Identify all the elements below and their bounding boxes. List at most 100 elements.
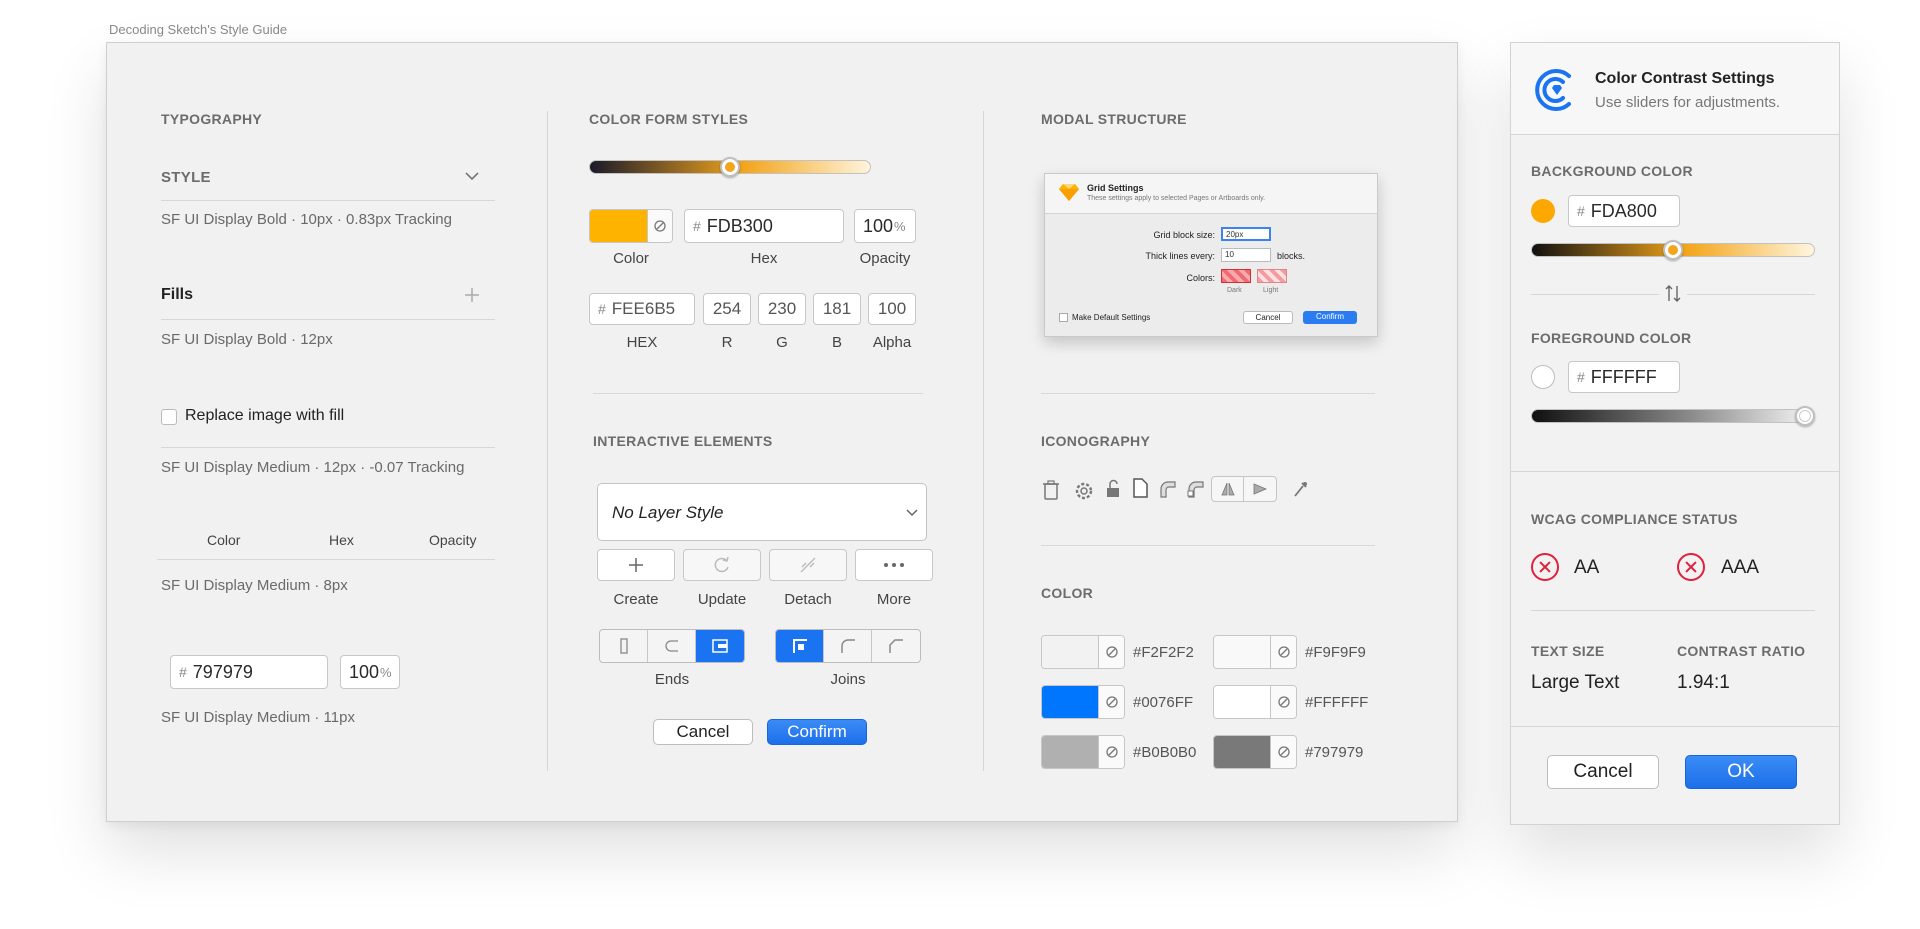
replace-checkbox[interactable] xyxy=(161,409,177,425)
plus-icon[interactable] xyxy=(463,286,481,304)
color-swatch[interactable] xyxy=(1041,635,1125,669)
style-guide-panel: TYPOGRAPHY STYLE SF UI Display Bold · 10… xyxy=(106,42,1458,822)
col-color-label: Color xyxy=(207,532,241,548)
update-label: Update xyxy=(697,591,747,608)
divider xyxy=(161,200,495,201)
aaa-fail-icon xyxy=(1677,553,1705,581)
swatch-fill[interactable] xyxy=(1214,636,1270,668)
color-swatch[interactable] xyxy=(1041,685,1125,719)
ends-label: Ends xyxy=(654,671,690,688)
opacity-field[interactable]: 100% xyxy=(854,209,916,243)
divider xyxy=(1531,610,1815,611)
ends-segmented-control[interactable] xyxy=(599,629,745,663)
confirm-button[interactable]: Confirm xyxy=(767,719,867,745)
trash-icon xyxy=(1043,480,1059,500)
fg-color-label: FOREGROUND COLOR xyxy=(1531,330,1692,346)
swatch-fill[interactable] xyxy=(1214,686,1270,718)
swatch-fill[interactable] xyxy=(1042,736,1098,768)
divider xyxy=(593,393,923,394)
join-miter-option[interactable] xyxy=(776,630,824,662)
end-round-option[interactable] xyxy=(648,630,696,662)
divider xyxy=(1511,471,1839,472)
color-swatch[interactable] xyxy=(1213,735,1297,769)
sketch-logo-icon xyxy=(1059,184,1079,201)
color-swatch[interactable] xyxy=(1213,635,1297,669)
cancel-button[interactable]: Cancel xyxy=(653,719,753,745)
swap-icon[interactable] xyxy=(1664,283,1682,305)
layer-style-select[interactable]: No Layer Style xyxy=(597,483,927,541)
color-swatch-well[interactable] xyxy=(589,209,673,243)
light-color-well[interactable] xyxy=(1257,269,1287,283)
style-note: SF UI Display Bold · 10px · 0.83px Track… xyxy=(161,211,452,228)
link-icon[interactable] xyxy=(1270,736,1296,768)
end-square-option[interactable] xyxy=(696,630,744,662)
bg-hex-field[interactable]: # FDA800 xyxy=(1568,195,1680,227)
link-icon[interactable] xyxy=(1270,686,1296,718)
create-button[interactable] xyxy=(597,549,675,581)
b-field[interactable]: 181 xyxy=(813,293,861,325)
corner-icon xyxy=(1160,481,1176,498)
cols-note: SF UI Display Medium · 8px xyxy=(161,577,348,594)
fg-hex-field[interactable]: # FFFFFF xyxy=(1568,361,1680,393)
modal-preview-header: Grid Settings These settings apply to se… xyxy=(1045,174,1377,214)
more-button[interactable] xyxy=(855,549,933,581)
alpha-field[interactable]: 100 xyxy=(868,293,916,325)
modal-cancel-button[interactable]: Cancel xyxy=(1243,311,1293,324)
color-swatch[interactable] xyxy=(1041,735,1125,769)
opacity-field[interactable]: 100% xyxy=(340,655,400,689)
modal-confirm-button[interactable]: Confirm xyxy=(1303,311,1357,324)
cancel-button[interactable]: Cancel xyxy=(1547,755,1659,789)
colors-label: Colors: xyxy=(1186,273,1215,283)
swatch-fill[interactable] xyxy=(1042,636,1098,668)
layer-style-value: No Layer Style xyxy=(612,503,724,522)
grid-size-input[interactable]: 20px xyxy=(1221,227,1271,241)
modal-preview-subtitle: These settings apply to selected Pages o… xyxy=(1087,195,1266,202)
send-icon[interactable] xyxy=(1244,477,1276,501)
aa-label: AA xyxy=(1574,557,1600,578)
swatch-fill[interactable] xyxy=(1042,686,1098,718)
bg-slider-thumb[interactable] xyxy=(1663,240,1683,260)
fg-slider-thumb[interactable] xyxy=(1795,406,1815,426)
contrast-header: Color Contrast Settings Use sliders for … xyxy=(1511,43,1839,135)
end-butt-option[interactable] xyxy=(600,630,648,662)
link-icon[interactable] xyxy=(646,210,672,242)
ratio-value: 1.94:1 xyxy=(1677,672,1730,693)
dark-color-well[interactable] xyxy=(1221,269,1251,283)
join-round-option[interactable] xyxy=(824,630,872,662)
link-icon[interactable] xyxy=(1098,636,1124,668)
link-icon[interactable] xyxy=(1098,686,1124,718)
hex2-field[interactable]: # FEE6B5 xyxy=(589,293,695,325)
hex2-label: HEX xyxy=(626,334,658,351)
r-field[interactable]: 254 xyxy=(703,293,751,325)
divider xyxy=(1531,294,1659,295)
bg-hex-value: FDA800 xyxy=(1590,200,1657,221)
b-label: B xyxy=(831,334,842,351)
chevron-down-icon[interactable] xyxy=(465,171,479,181)
fg-slider-track[interactable] xyxy=(1531,409,1815,423)
link-icon[interactable] xyxy=(1270,636,1296,668)
bg-color-dot[interactable] xyxy=(1531,199,1555,223)
flip-send-group[interactable] xyxy=(1211,476,1277,502)
flip-icon[interactable] xyxy=(1212,477,1245,501)
interactive-title: INTERACTIVE ELEMENTS xyxy=(593,433,773,449)
swatch-hex-label: #F2F2F2 xyxy=(1133,644,1194,661)
detach-button[interactable] xyxy=(769,549,847,581)
modal-title: MODAL STRUCTURE xyxy=(1041,111,1187,127)
color-slider-thumb[interactable] xyxy=(720,157,740,177)
iconography-title: ICONOGRAPHY xyxy=(1041,433,1151,449)
hex-field[interactable]: #797979 xyxy=(170,655,328,689)
hex2-value: FEE6B5 xyxy=(611,299,676,318)
fg-color-dot[interactable] xyxy=(1531,365,1555,389)
color-swatch[interactable] xyxy=(590,210,647,242)
link-icon[interactable] xyxy=(1098,736,1124,768)
color-swatch[interactable] xyxy=(1213,685,1297,719)
update-button[interactable] xyxy=(683,549,761,581)
ok-button[interactable]: OK xyxy=(1685,755,1797,789)
joins-segmented-control[interactable] xyxy=(775,629,921,663)
hex-field[interactable]: # FDB300 xyxy=(684,209,844,243)
default-checkbox[interactable] xyxy=(1059,313,1068,322)
join-bevel-option[interactable] xyxy=(872,630,920,662)
g-field[interactable]: 230 xyxy=(758,293,806,325)
swatch-fill[interactable] xyxy=(1214,736,1270,768)
thick-lines-input[interactable]: 10 xyxy=(1221,248,1271,262)
